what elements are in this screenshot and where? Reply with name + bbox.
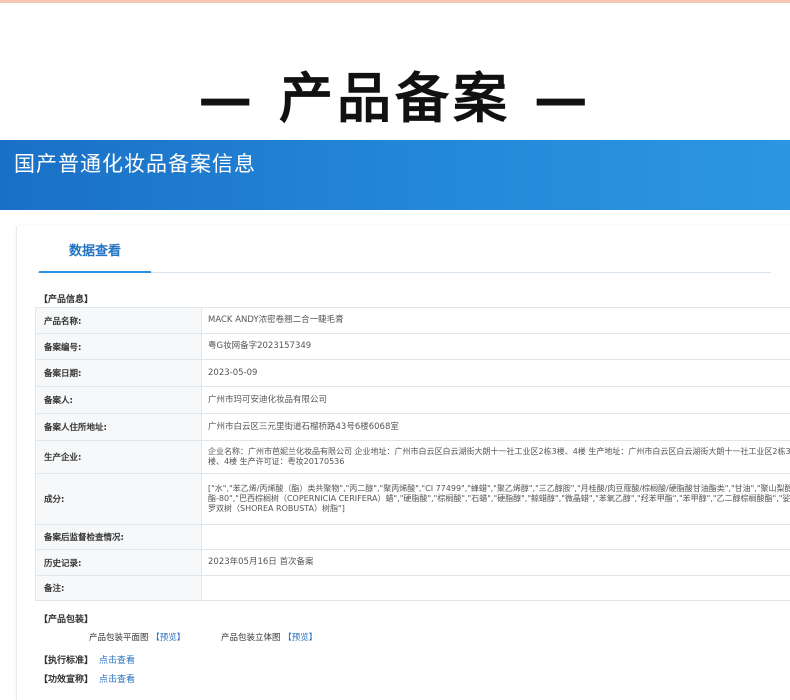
row-value: 广州市白云区三元里街道石榴桥路43号6楼6068室 (201, 413, 790, 441)
record-card: 数据查看 【产品信息】 产品名称: MACK ANDY浓密卷翘二合一睫毛膏 备案… (16, 226, 790, 700)
table-row: 生产企业: 企业名称：广州市芭妮兰化妆品有限公司 企业地址：广州市白云区白云湖街… (35, 440, 790, 474)
row-value: ["水","苯乙烯/丙烯酸（酯）类共聚物","丙二醇","聚丙烯酸","CI 7… (201, 473, 790, 525)
table-row: 历史记录: 2023年05月16日 首次备案 (35, 549, 790, 576)
standard-label: 【执行标准】 (39, 656, 94, 666)
row-value: 2023-05-09 (201, 359, 790, 387)
tab-data-view[interactable]: 数据查看 (39, 226, 151, 273)
row-value: 2023年05月16日 首次备案 (201, 549, 790, 576)
table-row: 备案编号: 粤G妆网备字2023157349 (35, 333, 790, 360)
packaging-flat: 产品包装平面图 【预览】 (89, 631, 185, 643)
efficacy-row: 【功效宣称】 点击查看 (39, 672, 135, 685)
row-label: 备案人: (35, 386, 202, 414)
row-value: 粤G妆网备字2023157349 (201, 333, 790, 360)
row-value: 广州市玛可安迪化妆品有限公司 (201, 386, 790, 414)
banner-title: 国产普通化妆品备案信息 (14, 152, 256, 176)
table-row: 备注: (35, 575, 790, 601)
table-row: 备案日期: 2023-05-09 (35, 359, 790, 387)
row-value: MACK ANDY浓密卷翘二合一睫毛膏 (201, 307, 790, 334)
row-label: 产品名称: (35, 307, 202, 334)
product-info-heading: 【产品信息】 (39, 295, 94, 305)
table-row: 备案人: 广州市玛可安迪化妆品有限公司 (35, 386, 790, 414)
packaging-solid: 产品包装立体图 【预览】 (221, 631, 317, 643)
row-value (201, 575, 790, 601)
standard-view-link[interactable]: 点击查看 (99, 656, 135, 666)
row-label: 备注: (35, 575, 202, 601)
row-value: 企业名称：广州市芭妮兰化妆品有限公司 企业地址：广州市白云区白云湖街大朗十一社工… (201, 440, 790, 474)
row-label: 备案后监督检查情况: (35, 524, 202, 550)
packaging-flat-label: 产品包装平面图 (89, 633, 149, 643)
efficacy-label: 【功效宣称】 (39, 675, 94, 685)
product-info-table: 产品名称: MACK ANDY浓密卷翘二合一睫毛膏 备案编号: 粤G妆网备字20… (35, 307, 790, 601)
row-label: 备案编号: (35, 333, 202, 360)
top-accent-line (0, 0, 790, 3)
efficacy-view-link[interactable]: 点击查看 (99, 675, 135, 685)
section-heading: — 产品备案 — (198, 67, 592, 130)
row-value (201, 524, 790, 550)
row-label: 备案日期: (35, 359, 202, 387)
packaging-solid-label: 产品包装立体图 (221, 633, 281, 643)
table-row: 成分: ["水","苯乙烯/丙烯酸（酯）类共聚物","丙二醇","聚丙烯酸","… (35, 473, 790, 525)
row-label: 生产企业: (35, 440, 202, 474)
row-label: 成分: (35, 473, 202, 525)
standard-row: 【执行标准】 点击查看 (39, 653, 135, 666)
packaging-solid-preview-link[interactable]: 【预览】 (283, 633, 317, 643)
row-label: 历史记录: (35, 549, 202, 576)
packaging-flat-preview-link[interactable]: 【预览】 (151, 633, 185, 643)
row-label: 备案人住所地址: (35, 413, 202, 441)
packaging-heading: 【产品包装】 (39, 615, 94, 625)
table-row: 产品名称: MACK ANDY浓密卷翘二合一睫毛膏 (35, 307, 790, 334)
table-row: 备案人住所地址: 广州市白云区三元里街道石榴桥路43号6楼6068室 (35, 413, 790, 441)
header-banner: 国产普通化妆品备案信息 (0, 140, 790, 210)
tab-bar: 数据查看 (37, 226, 771, 273)
table-row: 备案后监督检查情况: (35, 524, 790, 550)
